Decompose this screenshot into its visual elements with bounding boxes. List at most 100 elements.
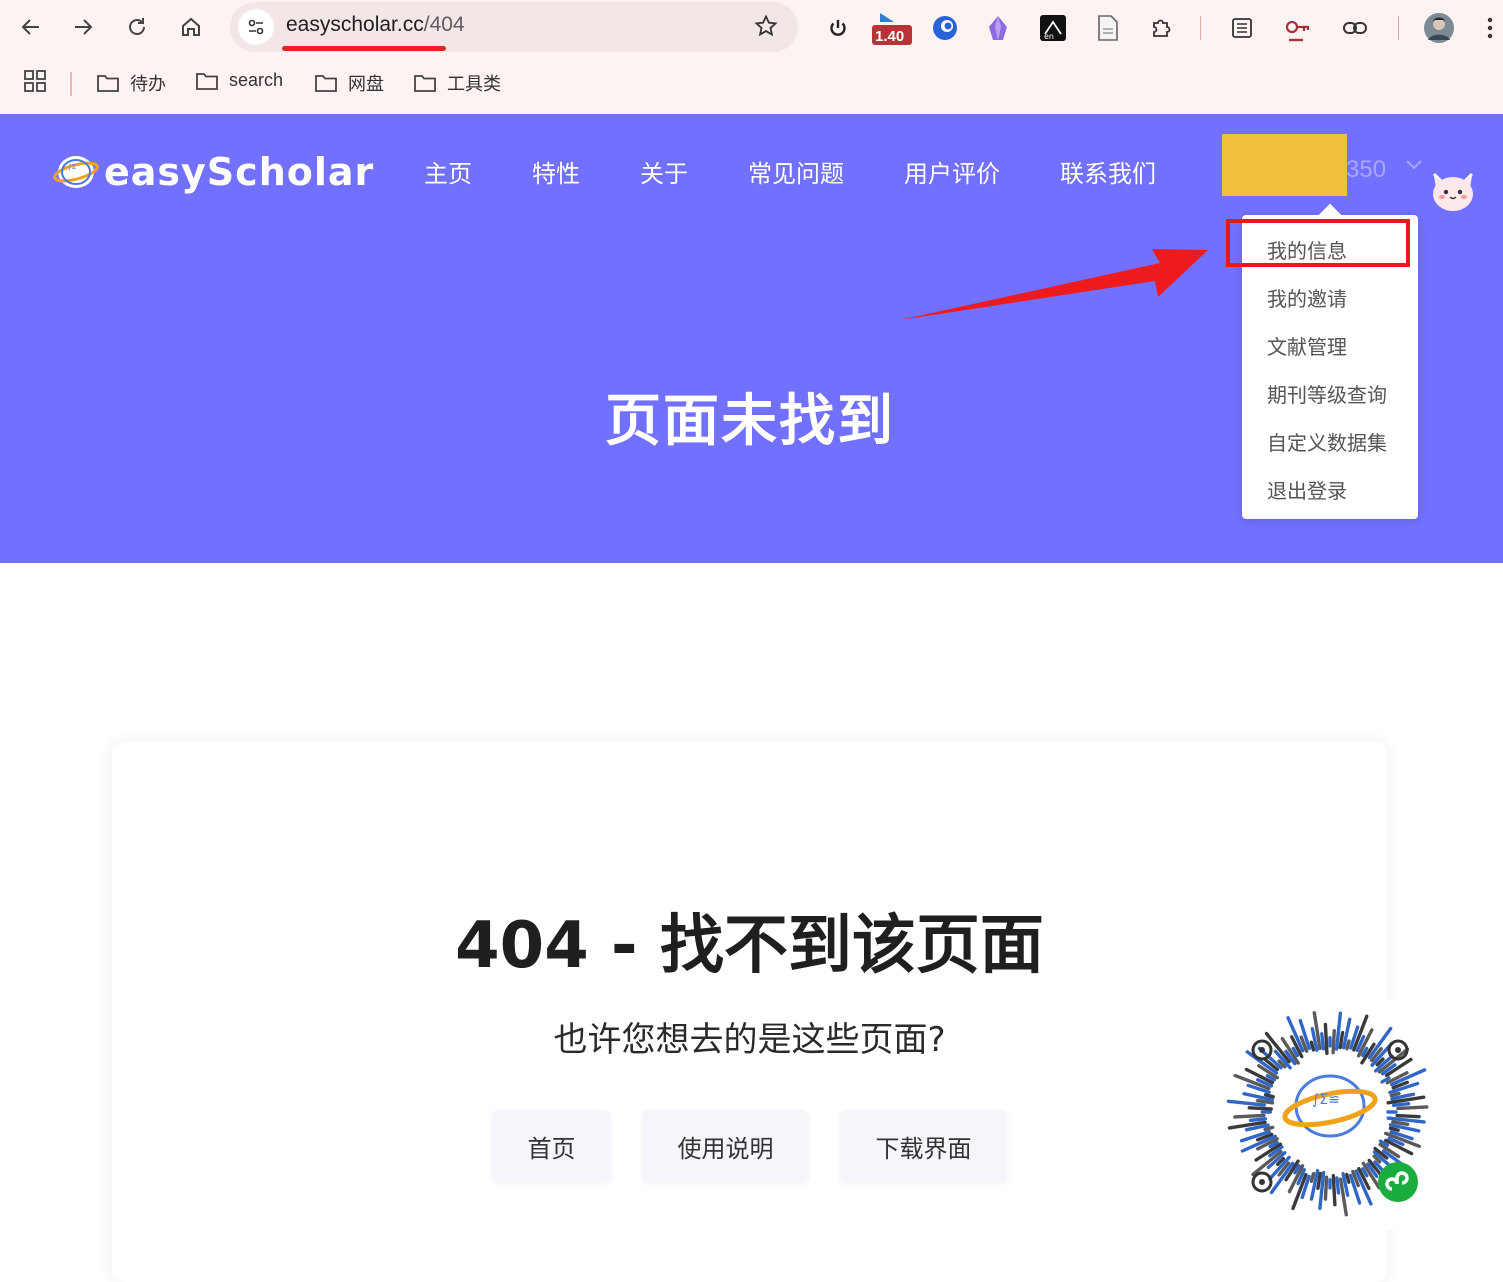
- purple-extension-button[interactable]: [980, 10, 1016, 46]
- document-extension-button[interactable]: [1090, 10, 1126, 46]
- qr-ray: [1338, 1030, 1345, 1050]
- qr-ray: [1320, 1032, 1326, 1051]
- toolbar-separator: [1398, 16, 1399, 40]
- arrow-left-icon: [21, 19, 39, 35]
- password-manager-button[interactable]: [1280, 10, 1316, 46]
- nav-faq[interactable]: 常见问题: [748, 154, 844, 189]
- globe-icon: [933, 16, 957, 40]
- link-icon: [1343, 22, 1367, 34]
- error-title: 404 - 找不到该页面: [455, 909, 1044, 983]
- bookmark-star-button[interactable]: [754, 14, 778, 42]
- profile-button[interactable]: [1421, 10, 1457, 46]
- qr-ray: [1323, 1175, 1329, 1201]
- folder-icon: [196, 72, 218, 90]
- reload-button[interactable]: [118, 8, 156, 46]
- nav-about[interactable]: 关于: [640, 154, 688, 189]
- power-icon: [830, 20, 846, 36]
- folder-icon: [315, 75, 337, 92]
- browser-menu-button[interactable]: [1478, 10, 1502, 46]
- reading-list-button[interactable]: [1224, 10, 1260, 46]
- qr-ray: [1247, 1106, 1273, 1111]
- nav-home[interactable]: 主页: [424, 154, 472, 189]
- bookmarks-separator: [70, 72, 72, 96]
- bookmark-folder-netdisk[interactable]: 网盘: [314, 70, 384, 96]
- menu-item-my-invites[interactable]: 我的邀请: [1267, 283, 1347, 312]
- browser-chrome: easyscholar.cc/404 1.40 en 待办 search 网盘 …: [0, 0, 1503, 114]
- translate-icon: en: [1040, 15, 1066, 41]
- menu-item-reference-manager[interactable]: 文献管理: [1267, 331, 1347, 360]
- key-icon: [1285, 20, 1310, 42]
- avatar-icon: [1424, 13, 1454, 43]
- qr-ray: [1331, 1028, 1336, 1055]
- video-speed-extension-button[interactable]: 1.40: [870, 10, 914, 46]
- folder-icon: [97, 75, 119, 92]
- qr-ray: [1316, 1171, 1322, 1190]
- blue-globe-extension-button[interactable]: [927, 10, 963, 46]
- tune-icon: [248, 19, 264, 35]
- nav-contact[interactable]: 联系我们: [1060, 154, 1156, 189]
- error-card: 404 - 找不到该页面 也许您想去的是这些页面? 首页 使用说明 下载界面: [112, 742, 1387, 1282]
- document-icon: [1098, 15, 1118, 41]
- bookmarks-bar: 待办 search 网盘 工具类: [0, 62, 1503, 106]
- list-icon: [1232, 18, 1252, 38]
- reload-icon: [129, 18, 145, 35]
- menu-item-custom-dataset[interactable]: 自定义数据集: [1267, 427, 1387, 456]
- qr-ray: [1396, 1105, 1429, 1111]
- annotation-arrow-icon: [900, 249, 1208, 320]
- extensions-button[interactable]: [1144, 10, 1180, 46]
- miniprogram-qr-code[interactable]: ∫Σ≌: [1212, 1000, 1448, 1230]
- url-underline-annotation: [282, 46, 446, 51]
- link-button-usage-guide[interactable]: 使用说明: [642, 1110, 809, 1182]
- bookmark-label: 待办: [130, 74, 166, 94]
- toolbar-separator: [1200, 16, 1201, 40]
- bookmark-folder-tools[interactable]: 工具类: [413, 70, 501, 96]
- svg-text:en: en: [1044, 32, 1054, 41]
- qr-ray: [1233, 1113, 1266, 1119]
- address-bar[interactable]: easyscholar.cc/404: [230, 2, 798, 52]
- wechat-miniprogram-icon: [1378, 1162, 1418, 1202]
- chevron-down-icon[interactable]: [1404, 158, 1424, 172]
- bookmark-folder-search[interactable]: search: [195, 70, 283, 91]
- qr-ray: [1388, 1126, 1400, 1132]
- bookmark-folder-todo[interactable]: 待办: [96, 70, 166, 96]
- site-info-button[interactable]: [238, 9, 274, 45]
- qr-ray: [1389, 1091, 1401, 1098]
- back-button[interactable]: [12, 8, 50, 46]
- star-icon: [754, 14, 778, 37]
- link-button-home[interactable]: 首页: [492, 1110, 611, 1182]
- url-host: easyscholar.cc: [286, 13, 424, 36]
- cat-mascot-icon: [1432, 172, 1474, 211]
- highlight-box-annotation: [1226, 219, 1410, 267]
- qr-ray: [1323, 1022, 1329, 1056]
- home-button[interactable]: [172, 8, 210, 46]
- speed-badge: 1.40: [875, 28, 905, 45]
- menu-item-logout[interactable]: 退出登录: [1267, 475, 1347, 504]
- forward-button[interactable]: [64, 8, 102, 46]
- url-text: easyscholar.cc/404: [286, 13, 465, 37]
- apps-button[interactable]: [24, 70, 46, 92]
- translate-extension-button[interactable]: en: [1035, 10, 1071, 46]
- username-redaction[interactable]: [1222, 134, 1347, 196]
- qr-ray: [1263, 1093, 1275, 1099]
- error-subtitle: 也许您想去的是这些页面?: [553, 1020, 946, 1060]
- bookmark-label: 工具类: [447, 74, 501, 94]
- svg-text:∫Σ: ∫Σ: [68, 163, 76, 171]
- qr-ray: [1395, 1113, 1421, 1119]
- link-extension-button[interactable]: [1337, 10, 1373, 46]
- home-icon: [182, 17, 200, 36]
- qr-ray: [1391, 1102, 1411, 1108]
- arrow-right-icon: [75, 19, 93, 35]
- nav-reviews[interactable]: 用户评价: [904, 154, 1000, 189]
- qr-ray: [1345, 1172, 1351, 1184]
- link-button-download[interactable]: 下载界面: [840, 1110, 1007, 1182]
- username-suffix[interactable]: 350: [1346, 156, 1386, 184]
- qr-ray: [1309, 1040, 1316, 1052]
- qr-ray: [1345, 1039, 1351, 1051]
- bookmark-label: search: [229, 70, 284, 90]
- nav-features[interactable]: 特性: [532, 154, 580, 189]
- logo-text: easyScholar: [104, 150, 375, 194]
- crystal-icon: [989, 16, 1007, 40]
- site-logo[interactable]: ∫Σ easyScholar: [52, 150, 374, 194]
- menu-item-journal-rank-query[interactable]: 期刊等级查询: [1267, 379, 1387, 408]
- power-extension-button[interactable]: [820, 10, 856, 46]
